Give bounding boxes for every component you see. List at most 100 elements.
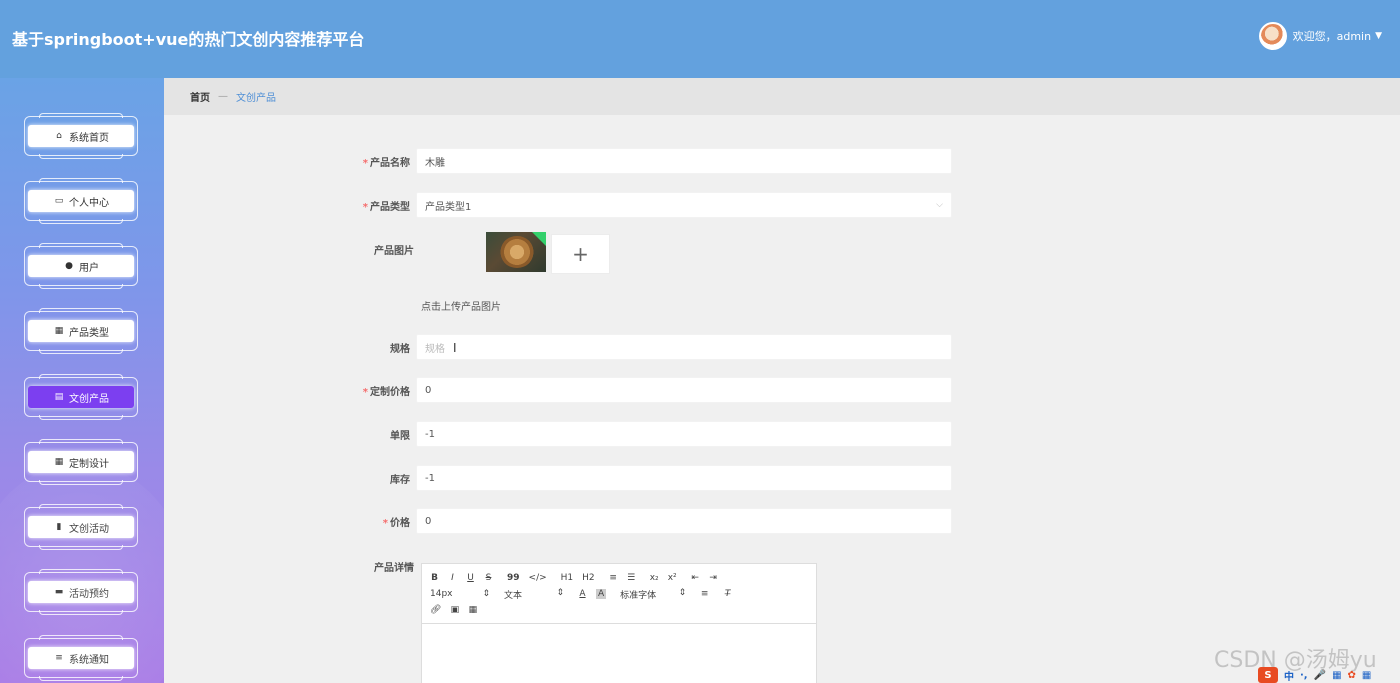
select-arrows-icon: ⇕ xyxy=(482,589,490,599)
plus-icon: + xyxy=(572,242,589,266)
italic-icon[interactable]: I xyxy=(448,573,457,583)
outdent-icon[interactable]: ⇤ xyxy=(691,573,700,583)
keyboard-icon[interactable]: ▦ xyxy=(1332,670,1341,681)
sidebar: ⌂ 系统首页 ▭ 个人中心 ● 用户 ▦ 产品类型 ▤ 文创产品 ▦ 定制设计 … xyxy=(0,78,164,683)
app-title: 基于springboot+vue的热门文创内容推荐平台 xyxy=(12,30,365,49)
top-header: 基于springboot+vue的热门文创内容推荐平台 欢迎您，admin ▼ xyxy=(0,0,1400,78)
product-type-select[interactable]: 产品类型1 ⌵ xyxy=(416,192,952,218)
ordered-list-icon[interactable]: ≡ xyxy=(609,573,618,583)
select-arrows-icon: ⇕ xyxy=(678,587,687,598)
sidebar-item-home[interactable]: ⌂ 系统首页 xyxy=(24,113,138,159)
blockquote-icon[interactable]: 99 xyxy=(507,573,520,583)
font-size-select[interactable]: 14px ⇕ xyxy=(430,589,490,599)
price-label: 价格 xyxy=(390,517,410,529)
order-limit-label: 单限 xyxy=(390,430,410,442)
bullet-list-icon[interactable]: ☰ xyxy=(627,573,636,583)
wood-carving-image xyxy=(500,236,534,268)
video-icon[interactable]: ▦ xyxy=(468,605,478,615)
sidebar-item-system-notice[interactable]: ≡ 系统通知 xyxy=(24,635,138,681)
indent-icon[interactable]: ⇥ xyxy=(709,573,718,583)
custom-price-label: 定制价格 xyxy=(370,386,410,398)
sidebar-item-activity-booking[interactable]: ▬ 活动预约 xyxy=(24,569,138,615)
stock-row: 库存 -1 xyxy=(330,465,960,491)
heading1-icon[interactable]: H1 xyxy=(561,573,574,583)
details-label: 产品详情 xyxy=(374,563,414,574)
superscript-icon[interactable]: x² xyxy=(668,573,677,583)
welcome-text[interactable]: 欢迎您，admin xyxy=(1293,28,1371,44)
skin-icon[interactable]: ✿ xyxy=(1348,670,1356,681)
product-image-label: 产品图片 xyxy=(374,246,414,257)
spec-placeholder: 规格 xyxy=(425,343,445,355)
chevron-down-icon: ⌵ xyxy=(936,200,943,210)
product-image-thumbnail[interactable] xyxy=(486,232,546,272)
upload-image-button[interactable]: + xyxy=(551,234,610,274)
grid-icon: ▦ xyxy=(54,457,64,467)
breadcrumb-home[interactable]: 首页 xyxy=(190,89,210,104)
text-type-select[interactable]: 文本 ⇕ xyxy=(504,588,564,601)
price-input[interactable]: 0 xyxy=(416,508,952,534)
custom-price-row: * 定制价格 0 xyxy=(330,377,960,403)
price-row: * 价格 0 xyxy=(330,508,960,534)
user-menu[interactable]: 欢迎您，admin ▼ xyxy=(1258,22,1382,50)
bold-icon[interactable]: B xyxy=(430,573,439,583)
select-arrows-icon: ⇕ xyxy=(556,587,564,598)
chinese-mode-icon[interactable]: 中 xyxy=(1284,668,1294,683)
spec-label: 规格 xyxy=(390,343,410,355)
align-icon[interactable]: ≡ xyxy=(700,589,709,599)
document-icon: ▤ xyxy=(54,392,64,402)
rich-text-editor[interactable]: B I U S 99 </> H1 H2 ≡ ☰ x₂ x² ⇤ ⇥ 14px ⇕… xyxy=(421,563,817,683)
spec-input[interactable]: 规格 I xyxy=(416,334,952,360)
caret-down-icon[interactable]: ▼ xyxy=(1375,31,1382,41)
subscript-icon[interactable]: x₂ xyxy=(650,573,659,583)
breadcrumb-separator: — xyxy=(218,91,228,102)
clear-format-icon[interactable]: T̶ xyxy=(723,589,732,599)
product-name-input[interactable]: 木雕 xyxy=(416,148,952,174)
image-icon[interactable]: ▣ xyxy=(450,605,460,615)
product-type-value: 产品类型1 xyxy=(425,201,472,213)
font-color-icon[interactable]: A xyxy=(578,589,587,599)
text-cursor-icon: I xyxy=(453,341,457,355)
sidebar-item-users[interactable]: ● 用户 xyxy=(24,243,138,289)
product-name-label: 产品名称 xyxy=(370,157,410,169)
font-family-select[interactable]: 标准字体 ⇕ xyxy=(620,588,686,601)
list-icon: ≡ xyxy=(55,653,63,663)
underline-icon[interactable]: U xyxy=(466,573,475,583)
ime-tray: S 中 ·, 🎤 ▦ ✿ ▦ xyxy=(1258,667,1400,683)
sidebar-item-label: 活动预约 xyxy=(69,588,109,600)
sidebar-item-label: 个人中心 xyxy=(69,197,109,209)
code-block-icon[interactable]: </> xyxy=(529,573,547,583)
sidebar-item-label: 系统首页 xyxy=(69,132,109,144)
custom-price-input[interactable]: 0 xyxy=(416,377,952,403)
spec-row: 规格 规格 I xyxy=(330,334,960,360)
sidebar-item-label: 文创产品 xyxy=(69,393,109,405)
sogou-logo-icon[interactable]: S xyxy=(1258,667,1278,683)
microphone-icon[interactable]: 🎤 xyxy=(1314,670,1326,681)
punctuation-icon[interactable]: ·, xyxy=(1300,670,1308,681)
sidebar-item-cultural-activities[interactable]: ▮ 文创活动 xyxy=(24,504,138,550)
user-icon: ● xyxy=(65,261,73,271)
upload-hint: 点击上传产品图片 xyxy=(421,302,501,313)
stock-input[interactable]: -1 xyxy=(416,465,952,491)
toolbox-icon[interactable]: ▦ xyxy=(1362,670,1371,681)
avatar[interactable] xyxy=(1258,22,1287,50)
breadcrumb: 首页 — 文创产品 xyxy=(164,78,1400,115)
chat-icon: ▬ xyxy=(54,587,64,597)
stock-label: 库存 xyxy=(390,474,410,486)
heading2-icon[interactable]: H2 xyxy=(582,573,595,583)
sidebar-item-label: 用户 xyxy=(79,262,99,274)
order-limit-input[interactable]: -1 xyxy=(416,421,952,447)
order-limit-row: 单限 -1 xyxy=(330,421,960,447)
sidebar-item-cultural-products[interactable]: ▤ 文创产品 xyxy=(24,374,138,420)
link-icon[interactable]: 🔗︎ xyxy=(430,605,441,615)
background-color-icon[interactable]: A xyxy=(596,589,607,599)
id-card-icon: ▭ xyxy=(54,196,64,206)
product-name-row: * 产品名称 木雕 xyxy=(330,148,960,174)
sidebar-item-custom-design[interactable]: ▦ 定制设计 xyxy=(24,439,138,485)
sidebar-item-label: 文创活动 xyxy=(69,523,109,535)
strikethrough-icon[interactable]: S xyxy=(484,573,493,583)
sidebar-item-personal-center[interactable]: ▭ 个人中心 xyxy=(24,178,138,224)
sidebar-item-label: 定制设计 xyxy=(69,458,109,470)
product-type-label: 产品类型 xyxy=(370,201,410,213)
breadcrumb-current: 文创产品 xyxy=(236,93,276,104)
sidebar-item-product-type[interactable]: ▦ 产品类型 xyxy=(24,308,138,354)
